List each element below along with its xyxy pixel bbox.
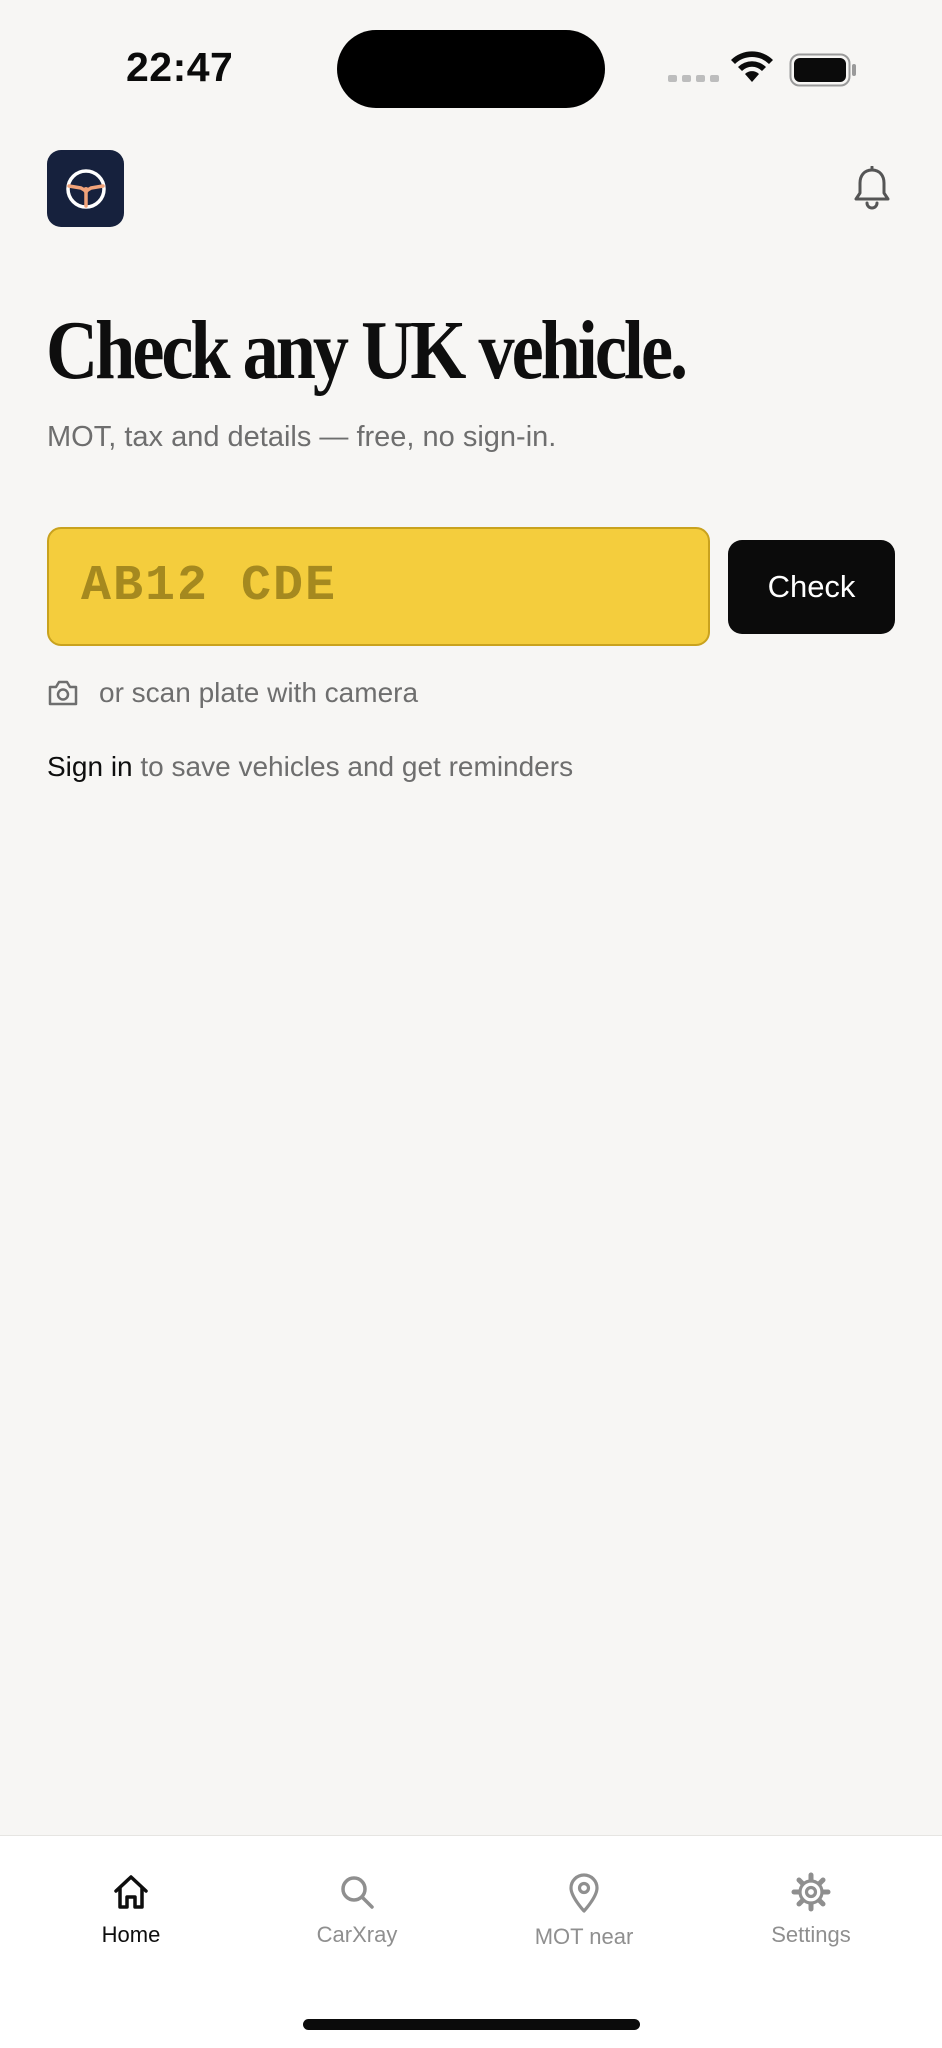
dynamic-island — [337, 30, 605, 108]
app-logo[interactable] — [47, 150, 124, 227]
camera-icon — [48, 680, 78, 706]
page-subtitle: MOT, tax and details — free, no sign-in. — [47, 421, 557, 453]
location-pin-icon — [569, 1873, 599, 1913]
plate-input[interactable] — [81, 558, 708, 615]
tab-label-mot-near: MOT near — [534, 1924, 634, 1949]
wifi-icon — [731, 51, 773, 82]
battery-icon — [789, 53, 856, 87]
bell-icon[interactable] — [852, 166, 892, 210]
steering-wheel-icon — [65, 168, 106, 209]
status-time: 22:47 — [126, 44, 234, 90]
home-indicator[interactable] — [303, 2019, 640, 2030]
number-plate-field[interactable] — [47, 527, 710, 646]
home-icon — [114, 1875, 148, 1909]
scan-plate-label: or scan plate with camera — [99, 677, 419, 708]
tab-home[interactable]: Home — [31, 1872, 231, 1948]
signin-text: to save vehicles and get reminders — [132, 751, 574, 782]
scan-plate-link[interactable]: or scan plate with camera — [47, 677, 418, 709]
gear-icon — [791, 1872, 831, 1912]
home-screen: 22:47 Check any UK vehicle. MOT, tax and… — [0, 0, 942, 2048]
signin-link[interactable]: Sign in — [47, 751, 133, 782]
tab-settings[interactable]: Settings — [711, 1872, 911, 1948]
tab-mot-near[interactable]: MOT near — [484, 1872, 684, 1950]
check-button[interactable]: Check — [728, 540, 895, 634]
tab-bar: Home CarXray MOT near Settings — [0, 1835, 942, 2048]
tab-label-settings: Settings — [771, 1922, 851, 1947]
cellular-signal-icon — [668, 75, 719, 82]
tab-label-home: Home — [101, 1922, 161, 1947]
signin-prompt: Sign in to save vehicles and get reminde… — [47, 751, 573, 783]
page-title: Check any UK vehicle. — [46, 304, 688, 397]
search-icon — [341, 1876, 374, 1909]
tab-label-carxray: CarXray — [316, 1922, 398, 1947]
tab-carxray[interactable]: CarXray — [257, 1872, 457, 1948]
